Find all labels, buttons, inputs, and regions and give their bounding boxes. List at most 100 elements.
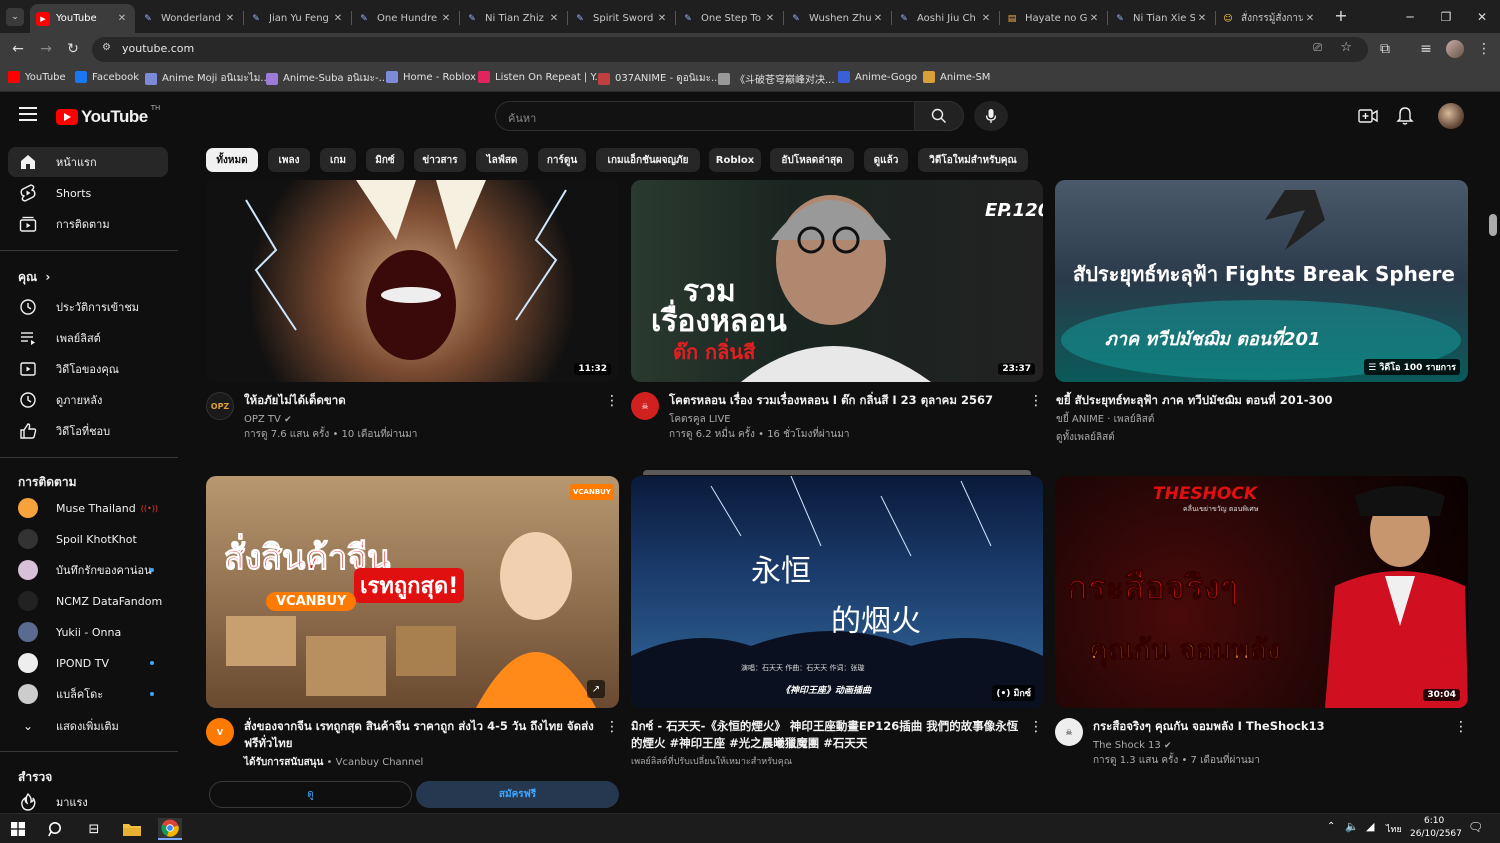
- sidebar-item[interactable]: การติดตาม: [8, 209, 168, 239]
- filter-chip[interactable]: มิกซ์: [366, 148, 404, 172]
- close-tab-icon[interactable]: ✕: [871, 13, 885, 24]
- playlist-title[interactable]: ขยี้ สัประยุทธ์ทะลุฟ้า ภาค ทวีปมัชฌิม ตอ…: [1056, 392, 1436, 409]
- task-view-button[interactable]: ⊟: [82, 818, 106, 840]
- browser-tab[interactable]: ☺ สั่งกรรมู้สั่งกาน ✕: [1215, 4, 1323, 33]
- filter-chip[interactable]: เกม: [320, 148, 356, 172]
- filter-chip[interactable]: การ์ตูน: [538, 148, 586, 172]
- filter-chip[interactable]: อัปโหลดล่าสุด: [770, 148, 854, 172]
- video-title[interactable]: ให้อภัยไม่ได้เด็ดขาด: [244, 392, 594, 409]
- chrome-menu-icon[interactable]: ⋮: [1474, 39, 1494, 59]
- close-tab-icon[interactable]: ✕: [547, 13, 561, 24]
- profile-avatar[interactable]: [1446, 40, 1464, 58]
- filter-chip[interactable]: เกมแอ็กชันผจญภัย: [596, 148, 700, 172]
- site-info-icon[interactable]: ⚙: [102, 42, 111, 53]
- bookmark-item[interactable]: 037ANIME - ดูอนิเมะ...: [598, 71, 721, 86]
- account-avatar[interactable]: [1438, 103, 1464, 129]
- media-control-icon[interactable]: ≡: [1416, 39, 1436, 59]
- view-full-playlist-link[interactable]: ดูทั้งเพลย์ลิสต์: [1056, 430, 1115, 445]
- sidebar-item[interactable]: Shorts: [8, 178, 168, 208]
- you-section-heading[interactable]: คุณ ›: [18, 268, 50, 287]
- channel-avatar[interactable]: ☠: [1055, 718, 1083, 746]
- reload-button[interactable]: ↻: [63, 39, 83, 59]
- video-thumbnail[interactable]: รวม เรื่องหลอน ต๊ก กลิ่นสี EP.120 23:37: [631, 180, 1043, 382]
- taskbar-search-button[interactable]: [44, 818, 68, 840]
- sidebar-channel-item[interactable]: บันทึกรักของคาน่อน: [8, 555, 168, 585]
- mix-title[interactable]: มิกซ์ - 石天天-《永恒的煙火》 神印王座動畫EP126插曲 我們的故事像…: [631, 718, 1026, 752]
- search-button[interactable]: [914, 101, 964, 131]
- close-tab-icon[interactable]: ✕: [439, 13, 453, 24]
- notifications-button[interactable]: [1396, 106, 1414, 130]
- windows-start-button[interactable]: [6, 818, 30, 840]
- video-menu-button[interactable]: ⋮: [1029, 393, 1043, 409]
- bookmark-item[interactable]: Anime-SM: [923, 71, 990, 83]
- mix-thumbnail[interactable]: 永恒 的烟火 演唱：石天天 作曲：石天天 作词：张璇 《神印王座》动画插曲 (•…: [631, 476, 1043, 708]
- video-thumbnail[interactable]: THESHOCK คลื่นเขย่าขวัญ ตอนพิเศษ กระสือจ…: [1055, 476, 1468, 708]
- filter-chip[interactable]: ไลฟ์สด: [476, 148, 528, 172]
- ad-title[interactable]: สั่งของจากจีน เรทถูกสุด สินค้าจีน ราคาถู…: [244, 718, 599, 752]
- tab-search-button[interactable]: ⌄: [6, 8, 24, 26]
- menu-icon[interactable]: [19, 107, 37, 121]
- close-tab-icon[interactable]: ✕: [1195, 13, 1209, 24]
- browser-tab[interactable]: ✎ Jian Yu Feng ✕: [243, 4, 351, 33]
- browser-tab[interactable]: ✎ One Step To ✕: [675, 4, 783, 33]
- maximize-button[interactable]: ❐: [1428, 0, 1464, 33]
- back-button[interactable]: ←: [8, 39, 28, 59]
- video-menu-button[interactable]: ⋮: [605, 719, 619, 735]
- close-window-button[interactable]: ✕: [1464, 0, 1500, 33]
- ad-signup-button[interactable]: สมัครฟรี: [416, 781, 619, 808]
- tray-overflow-icon[interactable]: ⌃: [1327, 821, 1335, 832]
- video-menu-button[interactable]: ⋮: [1029, 719, 1043, 735]
- network-icon[interactable]: ◢: [1366, 820, 1374, 833]
- bookmark-item[interactable]: Listen On Repeat | Y...: [478, 71, 604, 83]
- close-tab-icon[interactable]: ✕: [979, 13, 993, 24]
- video-title[interactable]: กระสือจริงๆ คุณกัน จอมพลัง I TheShock13: [1093, 718, 1443, 735]
- forward-button[interactable]: →: [36, 39, 56, 59]
- browser-tab[interactable]: ✎ Wushen Zhu ✕: [783, 4, 891, 33]
- notification-center-icon[interactable]: 🗨: [1468, 820, 1483, 834]
- bookmark-star-icon[interactable]: ☆: [1340, 40, 1352, 55]
- ad-watch-button[interactable]: ดู: [209, 781, 412, 808]
- close-tab-icon[interactable]: ✕: [331, 13, 345, 24]
- minimize-button[interactable]: ─: [1392, 0, 1428, 33]
- browser-tab[interactable]: ✎ Ni Tian Xie S ✕: [1107, 4, 1215, 33]
- clock-time[interactable]: 6:10: [1424, 816, 1444, 826]
- close-tab-icon[interactable]: ✕: [1087, 13, 1101, 24]
- bookmark-item[interactable]: 《斗破苍穹巅峰对决...: [718, 71, 835, 86]
- channel-avatar[interactable]: OPZ: [206, 392, 234, 420]
- sidebar-channel-item[interactable]: NCMZ DataFandom: [8, 586, 168, 616]
- bookmark-item[interactable]: Anime Moji อนิเมะไม...: [145, 71, 270, 86]
- sidebar-item[interactable]: วิดีโอของคุณ: [8, 354, 168, 384]
- browser-tab[interactable]: ▤ Hayate no G ✕: [999, 4, 1107, 33]
- browser-tab[interactable]: ✎ One Hundre ✕: [351, 4, 459, 33]
- channel-avatar[interactable]: ☠: [631, 392, 659, 420]
- channel-name[interactable]: ขยี้ ANIME · เพลย์ลิสต์: [1056, 412, 1154, 427]
- address-bar[interactable]: ⚙ youtube.com ⎚ ☆: [92, 37, 1368, 62]
- close-tab-icon[interactable]: ✕: [223, 13, 237, 24]
- browser-tab[interactable]: ✎ Ni Tian Zhiz ✕: [459, 4, 567, 33]
- filter-chip[interactable]: ทั้งหมด: [206, 148, 258, 172]
- new-tab-button[interactable]: +: [1332, 7, 1350, 25]
- bookmark-item[interactable]: Facebook: [75, 71, 139, 83]
- sidebar-item[interactable]: วิดีโอที่ชอบ: [8, 416, 168, 446]
- playlist-thumbnail[interactable]: สัประยุทธ์ทะลุฟ้า Fights Break Sphere ภา…: [1055, 180, 1468, 382]
- channel-avatar[interactable]: V: [206, 718, 234, 746]
- voice-search-button[interactable]: [974, 101, 1008, 131]
- extensions-icon[interactable]: ⧉: [1375, 39, 1395, 59]
- sidebar-channel-item[interactable]: IPOND TV: [8, 648, 168, 678]
- sidebar-item[interactable]: เพลย์ลิสต์: [8, 323, 168, 353]
- sidebar-item[interactable]: ดูภายหลัง: [8, 385, 168, 415]
- clock-date[interactable]: 26/10/2567: [1410, 829, 1462, 839]
- close-tab-icon[interactable]: ✕: [763, 13, 777, 24]
- bookmark-item[interactable]: Anime-Gogo: [838, 71, 917, 83]
- bookmark-item[interactable]: Home - Roblox: [386, 71, 476, 83]
- browser-tab[interactable]: ▶ YouTube ✕: [30, 4, 135, 33]
- video-menu-button[interactable]: ⋮: [1454, 719, 1468, 735]
- chrome-taskbar-button[interactable]: [158, 818, 182, 840]
- browser-tab[interactable]: ✎ Spirit Sword ✕: [567, 4, 675, 33]
- bookmark-item[interactable]: YouTube: [8, 71, 66, 83]
- filter-chip[interactable]: ข่าวสาร: [414, 148, 466, 172]
- sidebar-item[interactable]: ประวัติการเข้าชม: [8, 292, 168, 322]
- sidebar-channel-item[interactable]: Muse Thailand ((•)): [8, 493, 168, 523]
- youtube-logo[interactable]: YouTube TH: [56, 104, 160, 127]
- install-app-icon[interactable]: ⎚: [1313, 41, 1322, 55]
